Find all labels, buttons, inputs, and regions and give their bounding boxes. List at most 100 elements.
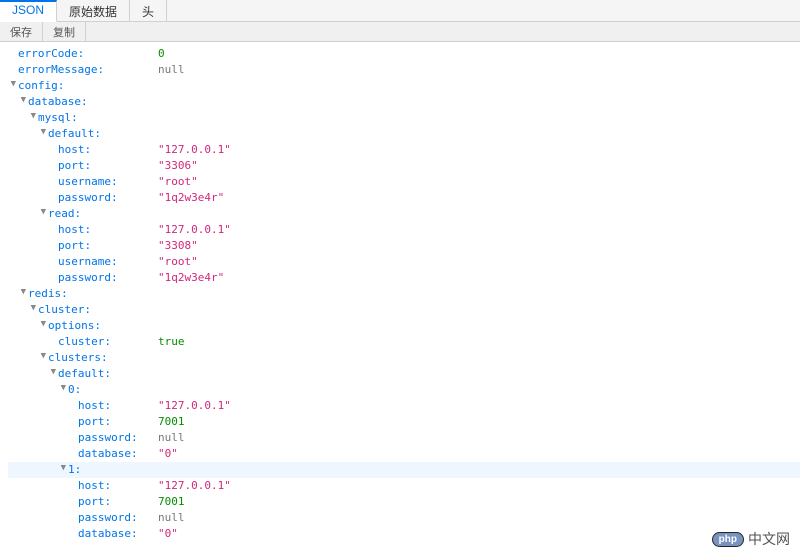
- row-c0-password[interactable]: password null: [8, 430, 800, 446]
- val-port: 7001: [158, 414, 185, 430]
- watermark-text: 中文网: [748, 529, 790, 549]
- val-username: "root": [158, 254, 198, 270]
- row-mysql-read-username[interactable]: username "root": [8, 254, 800, 270]
- val-username: "root": [158, 174, 198, 190]
- key-port: port: [58, 159, 91, 172]
- row-mysql-read-password[interactable]: password "1q2w3e4r": [8, 270, 800, 286]
- val-errorcode: 0: [158, 46, 165, 62]
- key-config: config: [18, 78, 64, 94]
- val-errormessage: null: [158, 62, 185, 78]
- row-clusters[interactable]: ▶clusters: [8, 350, 800, 366]
- toggle-icon[interactable]: ▶: [15, 289, 31, 299]
- key-password: password: [58, 191, 118, 204]
- row-mysql[interactable]: ▶mysql: [8, 110, 800, 126]
- key-errorcode: errorCode: [18, 47, 84, 60]
- key-clusters-default: default: [58, 366, 111, 382]
- row-c1-database[interactable]: database "0": [8, 526, 800, 542]
- row-c1-host[interactable]: host "127.0.0.1": [8, 478, 800, 494]
- row-clusters-1[interactable]: ▶1: [8, 462, 800, 478]
- tab-raw[interactable]: 原始数据: [57, 0, 130, 21]
- row-c1-password[interactable]: password null: [8, 510, 800, 526]
- save-button[interactable]: 保存: [0, 22, 43, 41]
- row-mysql-read[interactable]: ▶read: [8, 206, 800, 222]
- key-host: host: [58, 143, 91, 156]
- row-mysql-default[interactable]: ▶default: [8, 126, 800, 142]
- key-username: username: [58, 175, 118, 188]
- key-password: password: [78, 431, 138, 444]
- row-mysql-default-port[interactable]: port "3306": [8, 158, 800, 174]
- key-password: password: [78, 511, 138, 524]
- val-host: "127.0.0.1": [158, 222, 231, 238]
- key-default: default: [48, 126, 101, 142]
- toggle-icon[interactable]: ▶: [35, 353, 51, 363]
- row-redis[interactable]: ▶redis: [8, 286, 800, 302]
- key-cluster: cluster: [38, 302, 91, 318]
- key-port: port: [78, 415, 111, 428]
- val-host: "127.0.0.1": [158, 398, 231, 414]
- val-port: "3308": [158, 238, 198, 254]
- val-database: "0": [158, 446, 178, 462]
- row-mysql-read-host[interactable]: host "127.0.0.1": [8, 222, 800, 238]
- toggle-icon[interactable]: ▶: [5, 81, 21, 91]
- val-port: "3306": [158, 158, 198, 174]
- row-mysql-default-username[interactable]: username "root": [8, 174, 800, 190]
- key-host: host: [78, 399, 111, 412]
- row-options-cluster[interactable]: cluster true: [8, 334, 800, 350]
- key-database: database: [28, 94, 88, 110]
- toggle-icon[interactable]: ▶: [15, 97, 31, 107]
- toggle-icon[interactable]: ▶: [25, 305, 41, 315]
- php-logo-icon: php: [712, 532, 744, 547]
- key-password: password: [58, 271, 118, 284]
- row-mysql-read-port[interactable]: port "3308": [8, 238, 800, 254]
- row-options[interactable]: ▶options: [8, 318, 800, 334]
- watermark: php 中文网: [712, 529, 790, 549]
- key-clusters: clusters: [48, 350, 108, 366]
- row-mysql-default-host[interactable]: host "127.0.0.1": [8, 142, 800, 158]
- row-errorcode[interactable]: errorCode 0: [8, 46, 800, 62]
- tab-json[interactable]: JSON: [0, 0, 57, 22]
- val-password: null: [158, 510, 185, 526]
- row-c0-database[interactable]: database "0": [8, 446, 800, 462]
- tab-bar: JSON 原始数据 头: [0, 0, 800, 22]
- key-host: host: [78, 479, 111, 492]
- toggle-icon[interactable]: ▶: [35, 129, 51, 139]
- row-c0-port[interactable]: port 7001: [8, 414, 800, 430]
- row-clusters-0[interactable]: ▶0: [8, 382, 800, 398]
- key-database: database: [78, 527, 138, 540]
- val-password: null: [158, 430, 185, 446]
- copy-button[interactable]: 复制: [43, 22, 86, 41]
- row-config[interactable]: ▶config: [8, 78, 800, 94]
- toggle-icon[interactable]: ▶: [45, 369, 61, 379]
- toggle-icon[interactable]: ▶: [55, 385, 71, 395]
- val-host: "127.0.0.1": [158, 478, 231, 494]
- val-password: "1q2w3e4r": [158, 270, 224, 286]
- val-port: 7001: [158, 494, 185, 510]
- row-errormessage[interactable]: errorMessage null: [8, 62, 800, 78]
- row-mysql-default-password[interactable]: password "1q2w3e4r": [8, 190, 800, 206]
- val-password: "1q2w3e4r": [158, 190, 224, 206]
- row-database[interactable]: ▶database: [8, 94, 800, 110]
- toggle-icon[interactable]: ▶: [35, 321, 51, 331]
- key-host: host: [58, 223, 91, 236]
- toolbar: 保存 复制: [0, 22, 800, 42]
- val-host: "127.0.0.1": [158, 142, 231, 158]
- toggle-icon[interactable]: ▶: [55, 465, 71, 475]
- key-port: port: [78, 495, 111, 508]
- toggle-icon[interactable]: ▶: [35, 209, 51, 219]
- toggle-icon[interactable]: ▶: [25, 113, 41, 123]
- key-database: database: [78, 447, 138, 460]
- key-errormessage: errorMessage: [18, 63, 104, 76]
- json-tree: errorCode0 errorMessagenull ▶config ▶dat…: [0, 42, 800, 546]
- row-clusters-default[interactable]: ▶default: [8, 366, 800, 382]
- val-cluster-opt: true: [158, 334, 185, 350]
- val-database: "0": [158, 526, 178, 542]
- row-c0-host[interactable]: host "127.0.0.1": [8, 398, 800, 414]
- key-port: port: [58, 239, 91, 252]
- key-read: read: [48, 206, 81, 222]
- row-c1-port[interactable]: port 7001: [8, 494, 800, 510]
- key-redis: redis: [28, 286, 68, 302]
- tab-headers[interactable]: 头: [130, 0, 167, 21]
- key-username: username: [58, 255, 118, 268]
- key-cluster-opt: cluster: [58, 335, 111, 348]
- row-cluster[interactable]: ▶cluster: [8, 302, 800, 318]
